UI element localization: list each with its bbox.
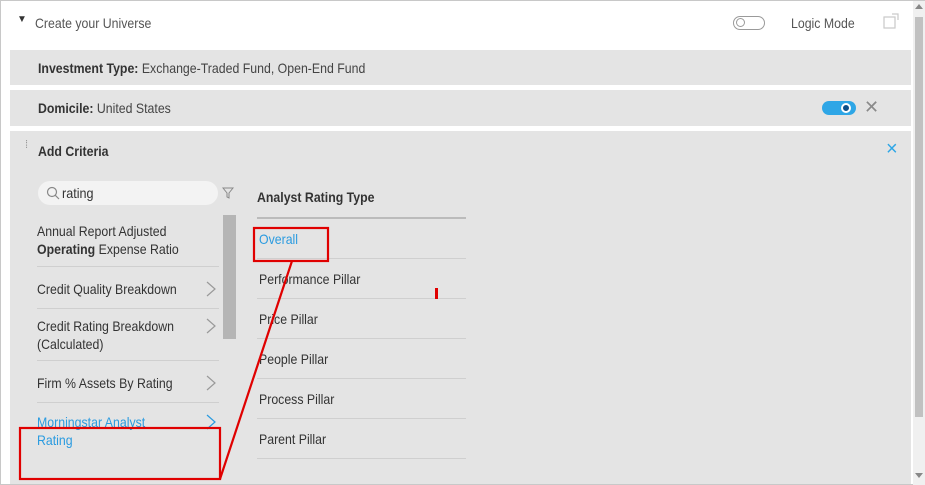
analyst-rating-type-column: Analyst Rating Type Overall Performance … xyxy=(257,189,466,459)
item-text: Operating Expense Ratio xyxy=(37,239,179,259)
filter-row-domicile[interactable]: Domicile: United States ✕ xyxy=(10,90,911,126)
chevron-right-icon xyxy=(206,318,216,334)
option-overall[interactable]: Overall xyxy=(257,219,466,259)
item-text: Annual Report Adjusted xyxy=(37,223,167,239)
option-label: Price Pillar xyxy=(259,311,318,327)
filter-value: Exchange-Traded Fund, Open-End Fund xyxy=(141,60,366,76)
item-text: (Calculated) xyxy=(37,336,104,352)
option-people-pillar[interactable]: People Pillar xyxy=(257,339,466,379)
chevron-right-icon xyxy=(206,375,216,391)
item-text: Firm % Assets By Rating xyxy=(37,375,173,391)
criteria-search-input[interactable]: rating xyxy=(38,181,218,205)
scroll-down-icon[interactable] xyxy=(915,473,923,478)
filter-label: Domicile: United States xyxy=(38,100,171,116)
chevron-right-icon xyxy=(206,414,216,430)
collapse-triangle-icon[interactable]: ▼ xyxy=(17,14,27,25)
filter-enabled-toggle[interactable] xyxy=(822,101,856,115)
item-text: Credit Quality Breakdown xyxy=(37,281,177,297)
add-criteria-title: Add Criteria xyxy=(38,143,109,159)
expand-icon[interactable] xyxy=(883,13,899,29)
scroll-up-icon[interactable] xyxy=(915,4,923,9)
option-process-pillar[interactable]: Process Pillar xyxy=(257,379,466,419)
list-item-credit-quality[interactable]: Credit Quality Breakdown xyxy=(37,267,219,309)
item-text: Credit Rating Breakdown xyxy=(37,318,174,334)
option-label: Parent Pillar xyxy=(259,431,327,447)
column-header-text: Analyst Rating Type xyxy=(257,189,375,205)
option-price-pillar[interactable]: Price Pillar xyxy=(257,299,466,339)
item-text-rest: Expense Ratio xyxy=(95,241,179,257)
close-icon[interactable]: × xyxy=(886,138,898,161)
scroll-thumb[interactable] xyxy=(915,17,923,417)
close-icon[interactable]: ✕ xyxy=(864,97,879,118)
toggle-knob xyxy=(841,103,851,113)
item-text: Morningstar Analyst xyxy=(37,414,146,430)
list-item-credit-rating[interactable]: Credit Rating Breakdown (Calculated) xyxy=(37,309,219,361)
column-header: Analyst Rating Type xyxy=(257,189,466,219)
option-label: Performance Pillar xyxy=(259,271,361,287)
option-label: Overall xyxy=(259,231,299,247)
toggle-knob xyxy=(736,18,745,27)
list-item-firm-assets[interactable]: Firm % Assets By Rating xyxy=(37,361,219,403)
criteria-results-list: Annual Report Adjusted Operating Expense… xyxy=(37,217,219,453)
filter-row-investment-type[interactable]: Investment Type: Exchange-Traded Fund, O… xyxy=(10,50,911,85)
search-value: rating xyxy=(62,185,94,201)
option-label: People Pillar xyxy=(259,351,329,367)
match-highlight: Operating xyxy=(37,241,96,257)
panel-title: Create your Universe xyxy=(35,15,152,31)
filter-name: Domicile: xyxy=(38,100,94,116)
logic-mode-label: Logic Mode xyxy=(791,15,855,31)
option-label: Process Pillar xyxy=(259,391,335,407)
results-scrollbar-thumb[interactable] xyxy=(223,215,236,339)
item-text: Rating xyxy=(37,432,73,448)
text-cursor-marker xyxy=(435,288,438,299)
chevron-right-icon xyxy=(206,281,216,297)
filter-name: Investment Type: xyxy=(38,60,139,76)
vertical-scrollbar[interactable] xyxy=(913,1,925,485)
add-criteria-panel: ⁞ Add Criteria × rating Annual Report Ad… xyxy=(10,131,911,484)
filter-label: Investment Type: Exchange-Traded Fund, O… xyxy=(38,60,365,76)
filter-funnel-icon[interactable] xyxy=(222,187,234,199)
search-icon xyxy=(46,186,60,200)
list-item-annual-report[interactable]: Annual Report Adjusted Operating Expense… xyxy=(37,217,219,267)
option-parent-pillar[interactable]: Parent Pillar xyxy=(257,419,466,459)
panel-header: ▼ Create your Universe Logic Mode xyxy=(1,1,913,44)
drag-handle-icon[interactable]: ⁞ xyxy=(25,140,28,151)
list-item-morningstar-analyst-rating[interactable]: Morningstar Analyst Rating xyxy=(37,403,219,453)
filter-value: United States xyxy=(96,100,171,116)
logic-mode-toggle[interactable] xyxy=(733,16,765,30)
